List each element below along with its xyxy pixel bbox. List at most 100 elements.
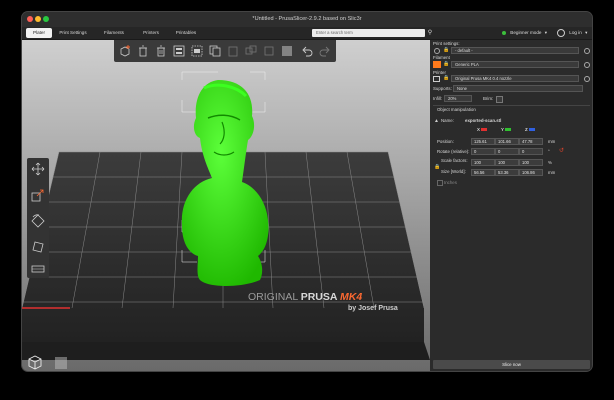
tab-plater[interactable]: Plater (26, 28, 52, 38)
brim-label: Brim: (483, 96, 494, 101)
rotate-icon[interactable] (31, 214, 45, 228)
right-sidebar: Print settings: 🔒 - default - Filament 🔒… (431, 40, 592, 371)
infill-combo[interactable]: 20% (444, 95, 472, 102)
rotate-z-field[interactable]: 0 (519, 148, 543, 155)
zoom-window-button[interactable] (43, 16, 49, 22)
printer-edit-icon[interactable] (584, 76, 590, 82)
scale-z-field[interactable]: 100 (519, 159, 543, 166)
tab-print-settings[interactable]: Print Settings (56, 28, 90, 38)
print-settings-edit-icon[interactable] (584, 48, 590, 54)
top-toolbar (114, 40, 336, 62)
position-y-field[interactable]: 101.66 (495, 138, 519, 145)
filament-combo[interactable]: Generic PLA (451, 61, 579, 68)
add-instance-icon (245, 45, 257, 55)
size-label: Size [World]: (441, 169, 466, 174)
close-window-button[interactable] (27, 16, 33, 22)
infill-label: Infill: (433, 96, 443, 101)
size-x-field[interactable]: 56.56 (471, 169, 495, 176)
print-settings-combo[interactable]: - default - (451, 47, 579, 54)
login-button[interactable]: Log in ▾ (557, 28, 587, 38)
scale-x-field[interactable]: 100 (471, 159, 495, 166)
name-label: Name: (441, 118, 454, 123)
search-input[interactable]: Enter a search term (312, 29, 425, 37)
bed-logo: ORIGINAL PRUSA MK4 (248, 291, 362, 303)
login-label: Log in (569, 30, 582, 35)
paste-icon (228, 46, 238, 57)
3d-viewport[interactable]: ORIGINAL PRUSA MK4 by Josef Prusa (22, 40, 430, 371)
print-settings-status-icon (434, 48, 440, 54)
supports-combo[interactable]: None (453, 85, 583, 92)
inches-checkbox[interactable] (437, 180, 443, 186)
supports-label: Supports: (433, 86, 452, 91)
chevron-down-icon: ▾ (585, 30, 588, 35)
reset-rotation-icon[interactable]: ↺ (559, 147, 564, 154)
slice-now-button[interactable]: Slice now (433, 360, 590, 369)
cut-icon[interactable] (31, 264, 45, 274)
delete-all-icon[interactable] (154, 44, 168, 58)
move-icon[interactable] (31, 162, 45, 176)
size-y-field[interactable]: 53.36 (495, 169, 519, 176)
user-icon (557, 28, 565, 37)
search-icon[interactable]: ⚲ (426, 29, 434, 37)
undo-icon[interactable] (300, 44, 314, 58)
printer-combo[interactable]: Original Prusa MK4 0.4 nozzle (451, 75, 579, 82)
arrange-icon[interactable] (172, 44, 186, 58)
brim-checkbox[interactable] (496, 96, 503, 103)
filament-edit-icon[interactable] (584, 62, 590, 68)
position-unit: mm (548, 139, 556, 144)
divider (433, 105, 590, 106)
lock-icon[interactable]: 🔒 (434, 164, 440, 170)
axis-z-label: Z (525, 127, 535, 132)
printer-icon (433, 76, 440, 82)
scale-unit: % (548, 160, 552, 165)
rotate-label: Rotate (relative): (437, 149, 470, 154)
mode-label: Beginner mode (510, 30, 542, 35)
tab-printables[interactable]: Printables (172, 28, 200, 38)
tab-bar: Plater Print Settings Filaments Printers… (22, 27, 592, 40)
mode-status-dot (502, 30, 506, 35)
tab-filaments[interactable]: Filaments (100, 28, 128, 38)
bed-logo-subtitle: by Josef Prusa (348, 305, 398, 312)
chevron-down-icon: ▾ (544, 30, 548, 35)
object-name: exported-scan.stl (465, 118, 502, 123)
size-unit: mm (548, 170, 556, 175)
copy-icon[interactable] (208, 44, 222, 58)
axis-y-label: Y (501, 127, 512, 132)
scale-y-field[interactable]: 100 (495, 159, 519, 166)
title-bar: *Untitled - PrusaSlicer-2.9.2 based on S… (22, 12, 592, 27)
filament-color-swatch[interactable] (433, 61, 441, 68)
position-x-field[interactable]: 125.61 (471, 138, 495, 145)
filament-label: Filament (433, 55, 450, 60)
position-label: Position: (437, 139, 454, 144)
axis-x-label: X (477, 127, 488, 132)
rotate-y-field[interactable]: 0 (495, 148, 519, 155)
remove-instance-icon (264, 46, 274, 56)
arrange-selection-icon[interactable] (190, 44, 204, 58)
3d-view-icon[interactable] (26, 354, 44, 370)
lock-icon: 🔒 (443, 47, 450, 53)
rotate-unit: ° (548, 149, 550, 154)
mode-selector[interactable]: Beginner mode ▾ (502, 29, 547, 37)
lock-icon: 🔒 (443, 75, 450, 81)
add-icon[interactable] (118, 44, 132, 58)
scale-icon[interactable] (31, 188, 45, 202)
inches-label: Inches (444, 180, 457, 185)
name-icon: ▲ (434, 118, 439, 124)
lock-icon: 🔒 (443, 61, 450, 67)
app-window: *Untitled - PrusaSlicer-2.9.2 based on S… (22, 12, 592, 371)
bed-front-edge (22, 342, 430, 360)
print-bed-scene: ORIGINAL PRUSA MK4 by Josef Prusa (22, 71, 430, 360)
preview-icon[interactable] (52, 354, 70, 370)
window-title: *Untitled - PrusaSlicer-2.9.2 based on S… (252, 16, 362, 22)
position-z-field[interactable]: 47.78 (519, 138, 543, 145)
tab-printers[interactable]: Printers (138, 28, 164, 38)
scale-label: Scale factors: (441, 158, 468, 163)
delete-icon[interactable] (136, 44, 150, 58)
layers-editing-icon[interactable] (280, 44, 294, 58)
minimize-window-button[interactable] (35, 16, 41, 22)
size-z-field[interactable]: 106.86 (519, 169, 543, 176)
left-toolbar (27, 158, 49, 278)
rotate-x-field[interactable]: 0 (471, 148, 495, 155)
place-on-face-icon[interactable] (31, 240, 45, 254)
print-settings-label: Print settings: (433, 41, 460, 46)
